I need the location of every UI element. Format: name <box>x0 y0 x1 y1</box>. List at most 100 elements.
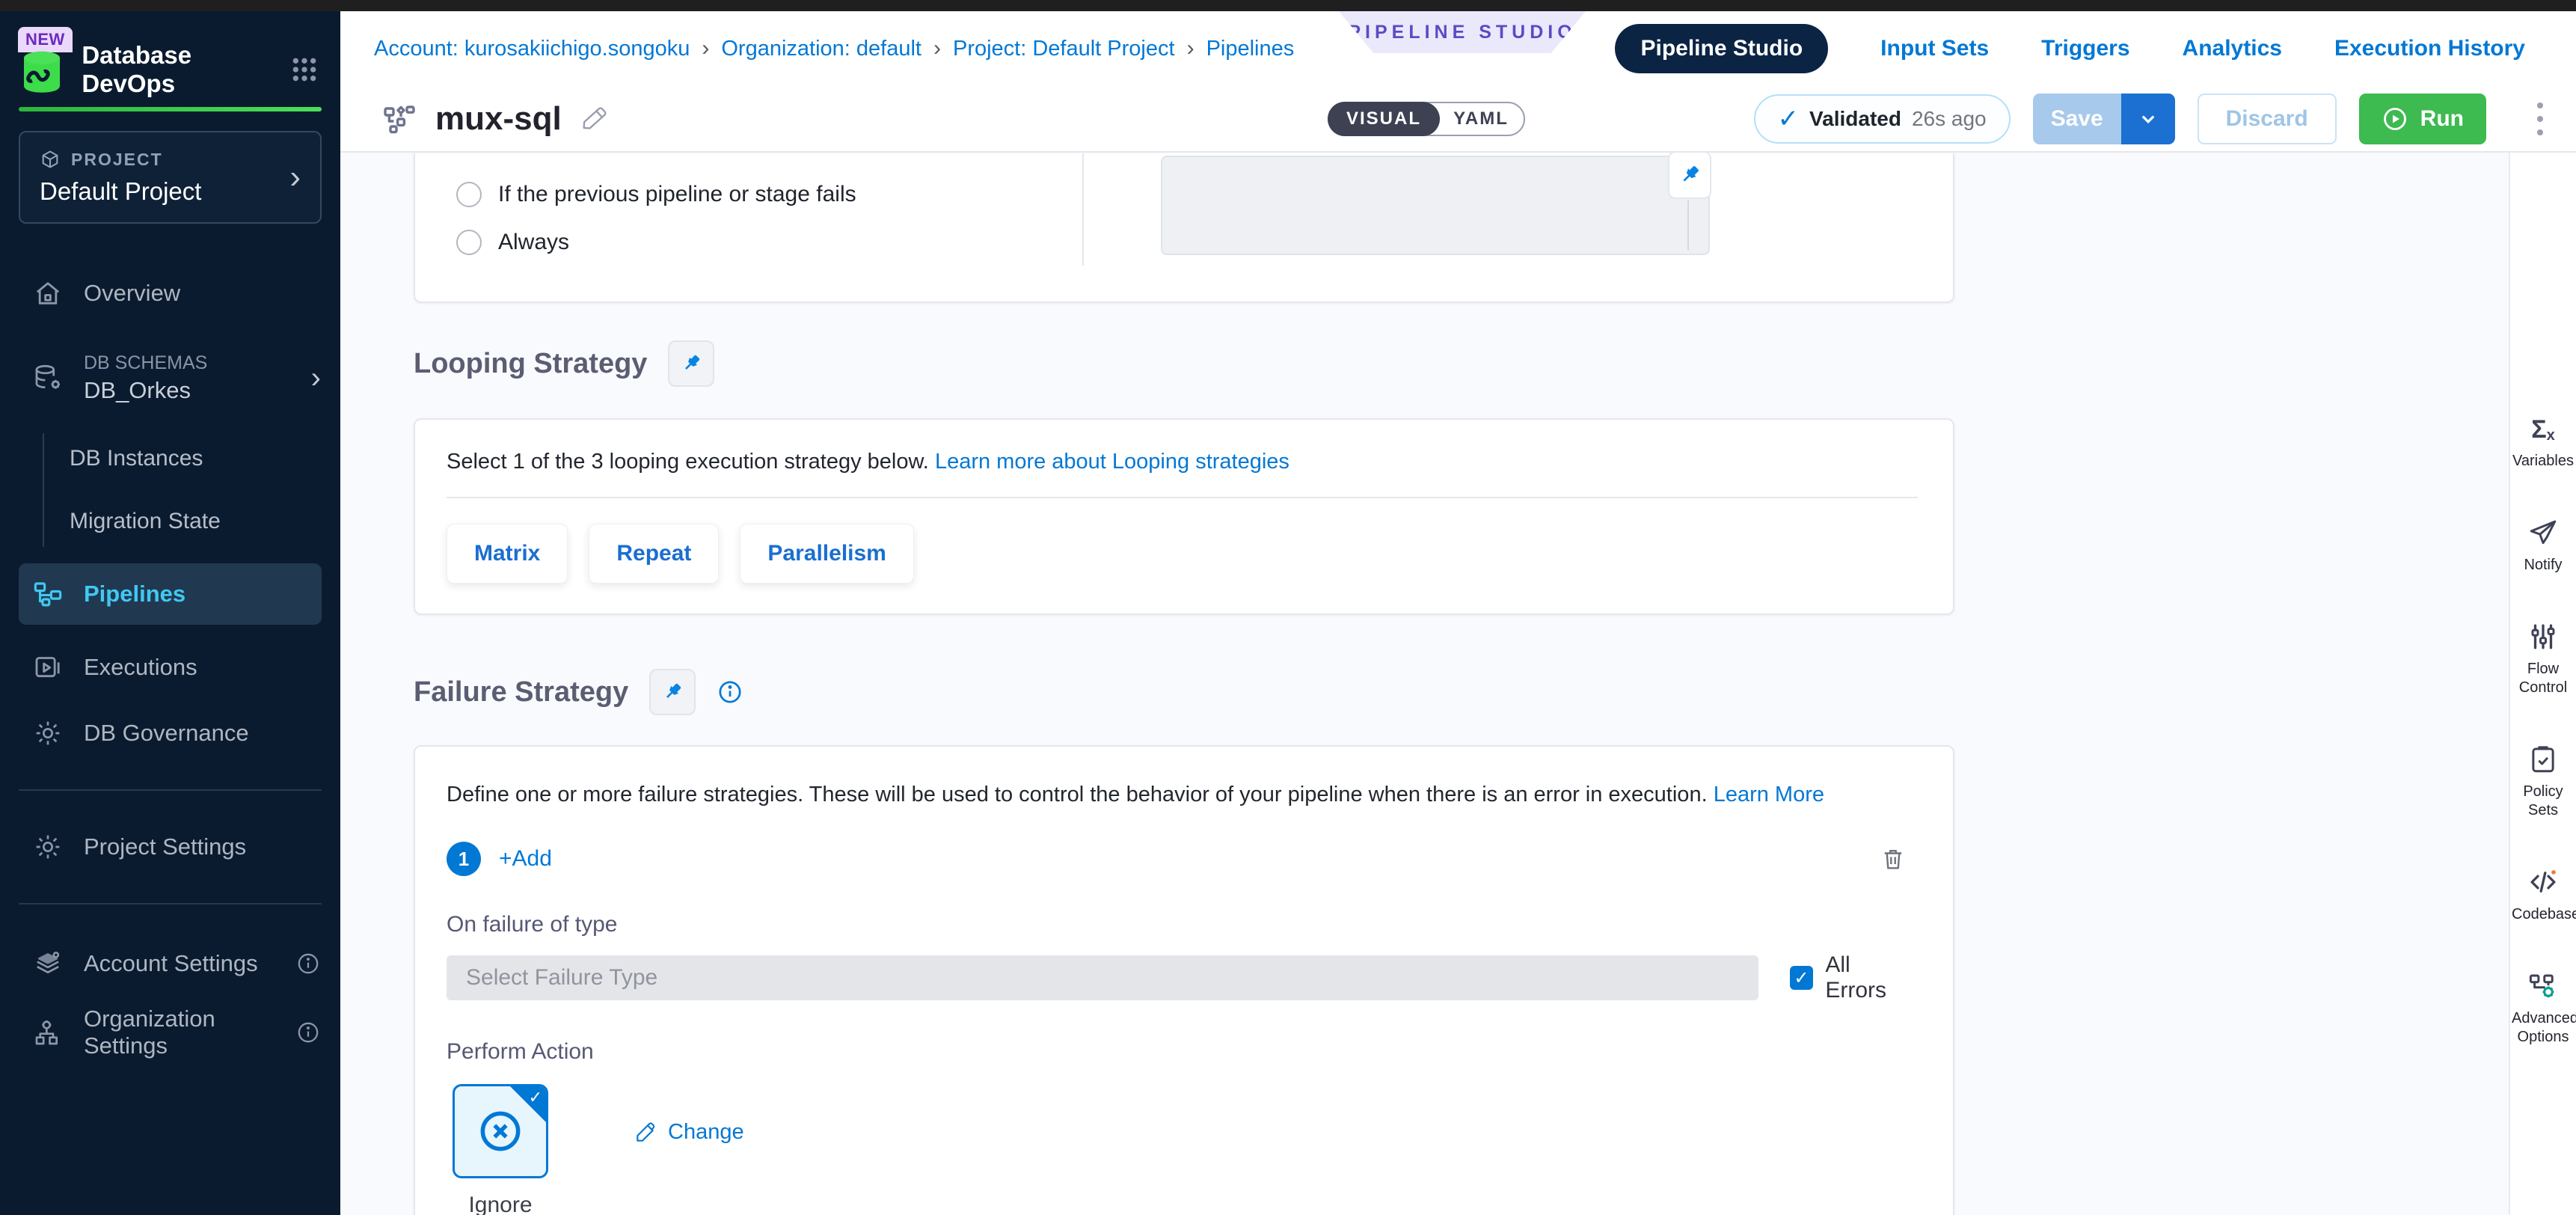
sidebar-item-overview[interactable]: Overview <box>0 267 340 319</box>
save-split-button: Save <box>2033 94 2175 144</box>
project-name: Default Project <box>40 177 301 206</box>
failure-learn-more-link[interactable]: Learn More <box>1714 783 1824 807</box>
checkbox-checked-icon[interactable]: ✓ <box>1790 966 1814 990</box>
perform-action-area: ✓ Ignore Failure Change <box>447 1084 1917 1215</box>
sidebar-item-project-settings[interactable]: Project Settings <box>0 821 340 873</box>
sidebar-item-db-schemas[interactable]: DB SCHEMAS DB_Orkes › <box>0 342 340 414</box>
card-divider <box>1082 153 1084 266</box>
sidebar-item-label: DB Instances <box>70 446 203 471</box>
policy-clipboard-icon <box>2527 742 2559 775</box>
run-label: Run <box>2420 106 2464 132</box>
sidebar-item-organization-settings[interactable]: Organization Settings <box>0 1006 340 1059</box>
run-button[interactable]: Run <box>2359 94 2486 144</box>
change-action-link[interactable]: Change <box>634 1120 744 1145</box>
info-icon[interactable] <box>295 951 321 976</box>
rail-item-advanced-options[interactable]: Advanced Options <box>2512 969 2575 1047</box>
all-errors-label: All Errors <box>1825 952 1917 1003</box>
sidebar-item-label: Account Settings <box>84 950 258 977</box>
breadcrumb-project[interactable]: Project: Default Project <box>953 37 1175 61</box>
rail-item-label: Codebase <box>2512 905 2575 924</box>
gear-icon <box>31 718 64 748</box>
radio-previous-fails[interactable] <box>456 182 482 207</box>
breadcrumb-separator: › <box>933 36 941 61</box>
save-button[interactable]: Save <box>2033 94 2121 144</box>
failure-strategy-header: Failure Strategy <box>414 669 1954 715</box>
cube-icon <box>40 149 61 170</box>
panel-scrollbar[interactable] <box>1687 201 1689 250</box>
pipeline-icon <box>381 101 417 137</box>
breadcrumb-separator: › <box>702 36 709 61</box>
layers-gear-icon <box>31 949 64 979</box>
product-logo[interactable]: NEW <box>18 22 65 94</box>
pipeline-name-title: mux-sql <box>435 100 562 138</box>
advanced-options-icon <box>2527 969 2559 1002</box>
radio-always[interactable] <box>456 230 482 255</box>
sidebar-divider <box>19 903 322 905</box>
repeat-button[interactable]: Repeat <box>589 524 719 584</box>
validated-badge[interactable]: ✓ Validated 26s ago <box>1754 94 2011 144</box>
rail-item-variables[interactable]: Σx Variables <box>2512 411 2575 471</box>
brand-divider <box>19 107 322 111</box>
rail-item-label: Notify <box>2512 556 2575 575</box>
sidebar-item-executions[interactable]: Executions <box>0 641 340 694</box>
info-icon[interactable] <box>295 1020 321 1045</box>
radio-label: Always <box>498 230 569 255</box>
sidebar-item-account-settings[interactable]: Account Settings <box>0 937 340 990</box>
sidebar-item-label: Pipelines <box>84 581 185 608</box>
delete-strategy-icon[interactable] <box>1880 845 1907 872</box>
database-gear-icon <box>31 361 64 394</box>
failure-description: Define one or more failure strategies. T… <box>447 783 1708 807</box>
pin-icon[interactable] <box>649 669 696 715</box>
strategy-step-1[interactable]: 1 <box>447 842 481 876</box>
change-label: Change <box>668 1120 744 1145</box>
breadcrumb-account[interactable]: Account: kurosakiichigo.songoku <box>374 37 690 61</box>
sidebar-item-migration-state[interactable]: Migration State <box>70 490 340 553</box>
tab-triggers[interactable]: Triggers <box>2041 36 2129 61</box>
tab-execution-history[interactable]: Execution History <box>2334 36 2525 61</box>
looping-learn-more-link[interactable]: Learn more about Looping strategies <box>935 450 1289 474</box>
tab-pipeline-studio[interactable]: Pipeline Studio <box>1615 24 1828 73</box>
breadcrumb-separator: › <box>1187 36 1195 61</box>
rail-item-notify[interactable]: Notify <box>2512 515 2575 575</box>
parallelism-button[interactable]: Parallelism <box>740 524 913 584</box>
more-options-menu[interactable] <box>2537 102 2543 135</box>
discard-button[interactable]: Discard <box>2198 94 2337 144</box>
db-schemas-value: DB_Orkes <box>84 377 207 404</box>
failure-type-select[interactable] <box>447 955 1758 1000</box>
edit-pencil-icon[interactable] <box>580 105 608 133</box>
section-title: Failure Strategy <box>414 676 628 709</box>
failure-strategy-card: Define one or more failure strategies. T… <box>414 745 1954 1215</box>
ignore-failure-action-card[interactable]: ✓ <box>453 1084 548 1178</box>
rail-item-policy-sets[interactable]: Policy Sets <box>2512 742 2575 820</box>
breadcrumb-organization[interactable]: Organization: default <box>721 37 921 61</box>
toggle-yaml[interactable]: YAML <box>1438 108 1524 129</box>
project-selector[interactable]: PROJECT Default Project › <box>19 131 322 224</box>
breadcrumb-pipelines[interactable]: Pipelines <box>1206 37 1295 61</box>
info-icon[interactable] <box>717 679 743 706</box>
sidebar: NEW Database DevOps <box>0 11 340 1215</box>
sidebar-item-db-instances[interactable]: DB Instances <box>70 427 340 490</box>
sidebar-item-db-governance[interactable]: DB Governance <box>0 707 340 759</box>
pin-icon[interactable] <box>1668 153 1711 199</box>
toggle-visual[interactable]: VISUAL <box>1328 102 1440 136</box>
add-strategy-link[interactable]: +Add <box>499 846 552 872</box>
rail-item-codebase[interactable]: Codebase <box>2512 865 2575 924</box>
all-errors-checkbox[interactable]: ✓ All Errors <box>1790 952 1918 1003</box>
product-name: Database DevOps <box>82 41 289 98</box>
condition-expression-panel[interactable] <box>1161 156 1710 255</box>
rail-item-label: Policy Sets <box>2512 783 2575 820</box>
rail-item-flow-control[interactable]: Flow Control <box>2512 619 2575 697</box>
section-title: Looping Strategy <box>414 348 647 380</box>
tab-input-sets[interactable]: Input Sets <box>1880 36 1989 61</box>
sidebar-item-label: Executions <box>84 654 197 681</box>
failure-strategy-steps: 1 +Add <box>447 842 1917 876</box>
visual-yaml-toggle[interactable]: VISUAL YAML <box>1328 102 1525 136</box>
app-grid-icon[interactable] <box>289 55 319 85</box>
pin-icon[interactable] <box>668 340 714 387</box>
rail-item-label: Advanced Options <box>2512 1009 2575 1047</box>
matrix-button[interactable]: Matrix <box>447 524 568 584</box>
sidebar-item-pipelines[interactable]: Pipelines <box>19 563 322 625</box>
tab-analytics[interactable]: Analytics <box>2183 36 2282 61</box>
sidebar-divider <box>19 789 322 791</box>
save-dropdown-button[interactable] <box>2121 94 2175 144</box>
